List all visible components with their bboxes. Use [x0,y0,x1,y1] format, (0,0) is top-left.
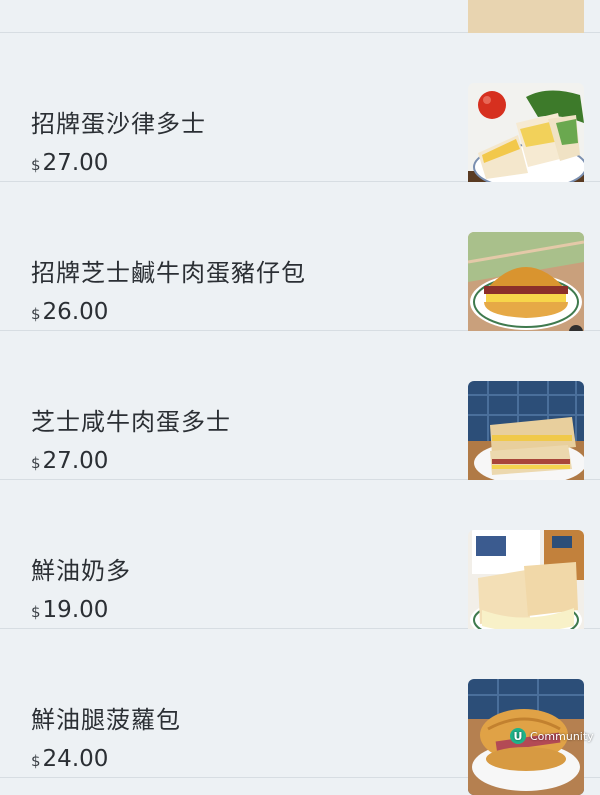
price-amount: 27.00 [42,448,109,474]
currency-symbol: $ [31,156,41,174]
menu-item[interactable]: 芝士咸牛肉蛋多士 $27.00 [0,331,600,497]
item-name: 招牌芝士鹹牛肉蛋豬仔包 [31,259,306,287]
currency-symbol: $ [31,752,41,770]
price-amount: 27.00 [42,150,109,176]
menu-item[interactable]: 招牌芝士鹹牛肉蛋豬仔包 $26.00 [0,182,600,348]
menu-list: 招牌蛋沙律多士 $27.00 招牌芝士鹹牛肉蛋豬仔包 $26.00 芝士咸牛肉蛋… [0,0,600,795]
community-watermark: U Community [510,726,594,746]
currency-symbol: $ [31,305,41,323]
price-amount: 19.00 [42,597,109,623]
currency-symbol: $ [31,454,41,472]
item-price: $27.00 [31,448,108,474]
item-price: $19.00 [31,597,108,623]
item-name: 招牌蛋沙律多士 [31,110,206,138]
item-name: 芝士咸牛肉蛋多士 [31,408,231,436]
price-amount: 26.00 [42,299,109,325]
currency-symbol: $ [31,603,41,621]
watermark-text: Community [530,729,594,743]
community-logo-icon: U [510,728,526,744]
item-price: $27.00 [31,150,108,176]
menu-item[interactable] [0,0,600,50]
menu-item[interactable]: 鮮油腿菠蘿包 $24.00 [0,629,600,795]
menu-item[interactable]: 招牌蛋沙律多士 $27.00 [0,33,600,199]
item-name: 鮮油奶多 [31,557,131,585]
item-price: $26.00 [31,299,108,325]
menu-item[interactable]: 鮮油奶多 $19.00 [0,480,600,646]
item-name: 鮮油腿菠蘿包 [31,706,181,734]
